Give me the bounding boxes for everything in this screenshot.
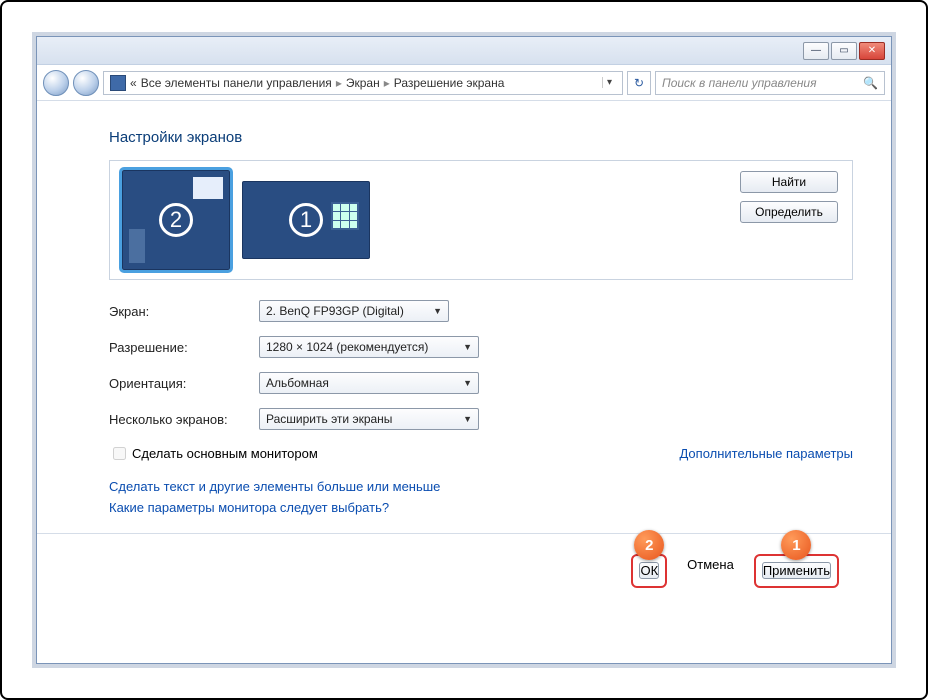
monitor-number-label: 1 [289,203,323,237]
window-titlebar: — ▭ ✕ [37,37,891,65]
cancel-button[interactable]: Отмена [687,554,734,578]
monitor-2-preview[interactable]: 2 [122,170,230,270]
text-size-link[interactable]: Сделать текст и другие элементы больше и… [109,479,853,494]
nav-forward-button[interactable] [73,70,99,96]
control-panel-window: — ▭ ✕ « Все элементы панели управления ▸… [36,36,892,664]
monitor-1-preview[interactable]: 1 [242,181,370,259]
orientation-label: Ориентация: [109,376,259,391]
resolution-label: Разрешение: [109,340,259,355]
which-settings-link[interactable]: Какие параметры монитора следует выбрать… [109,500,853,515]
breadcrumb-item[interactable]: Экран [346,76,380,90]
screen-label: Экран: [109,304,259,319]
callout-badge: 2 [634,530,664,560]
maximize-button[interactable]: ▭ [831,42,857,60]
control-panel-icon [110,75,126,91]
settings-form: Экран: 2. BenQ FP93GP (Digital) ▼ Разреш… [109,300,853,430]
minimize-button[interactable]: — [803,42,829,60]
multiple-displays-select-value: Расширить эти экраны [266,412,392,426]
breadcrumb-separator-icon: ▸ [336,76,342,90]
multiple-displays-label: Несколько экранов: [109,412,259,427]
resolution-select-value: 1280 × 1024 (рекомендуется) [266,340,428,354]
screen-select[interactable]: 2. BenQ FP93GP (Digital) ▼ [259,300,449,322]
breadcrumb-prefix: « [130,76,137,90]
search-placeholder: Поиск в панели управления [662,76,817,90]
orientation-select-value: Альбомная [266,376,329,390]
chevron-down-icon: ▼ [463,414,472,424]
callout-highlight-2: 2 ОК [631,554,667,588]
apply-button[interactable]: Применить [762,562,831,579]
ok-button[interactable]: ОК [639,562,659,579]
callout-badge: 1 [781,530,811,560]
page-title: Настройки экранов [109,129,853,146]
callout-highlight-1: 1 Применить [754,554,839,588]
chevron-down-icon: ▼ [463,342,472,352]
breadcrumb-bar[interactable]: « Все элементы панели управления ▸ Экран… [103,71,623,95]
chevron-down-icon: ▼ [433,306,442,316]
search-input[interactable]: Поиск в панели управления 🔍 [655,71,885,95]
breadcrumb-dropdown-icon[interactable]: ▾ [602,77,616,88]
close-button[interactable]: ✕ [859,42,885,60]
chevron-down-icon: ▼ [463,378,472,388]
content-area: Настройки экранов 2 1 Найти Определить Э… [37,101,891,598]
breadcrumb-separator-icon: ▸ [384,76,390,90]
search-icon: 🔍 [863,76,878,90]
nav-back-button[interactable] [43,70,69,96]
resolution-select[interactable]: 1280 × 1024 (рекомендуется) ▼ [259,336,479,358]
make-main-display-checkbox[interactable] [113,447,126,460]
detect-button[interactable]: Найти [740,171,838,193]
action-button-row: 2 ОК Отмена 1 Применить [109,534,853,588]
keypad-icon [331,202,359,230]
multiple-displays-select[interactable]: Расширить эти экраны ▼ [259,408,479,430]
breadcrumb-item[interactable]: Разрешение экрана [394,76,505,90]
advanced-settings-link[interactable]: Дополнительные параметры [679,446,853,461]
breadcrumb-item[interactable]: Все элементы панели управления [141,76,332,90]
screen-select-value: 2. BenQ FP93GP (Digital) [266,304,404,318]
make-main-display-label: Сделать основным монитором [132,446,318,461]
display-arrangement-preview[interactable]: 2 1 Найти Определить [109,160,853,280]
monitor-number-label: 2 [159,203,193,237]
orientation-select[interactable]: Альбомная ▼ [259,372,479,394]
refresh-button[interactable]: ↻ [627,71,651,95]
identify-button[interactable]: Определить [740,201,838,223]
address-bar-row: « Все элементы панели управления ▸ Экран… [37,65,891,101]
